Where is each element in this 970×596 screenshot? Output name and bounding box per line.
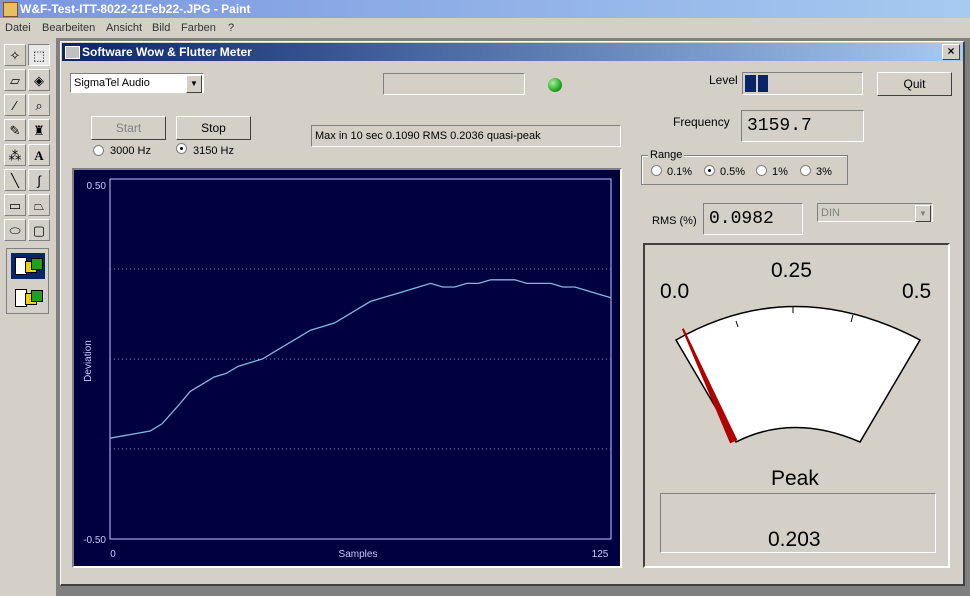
paint-app-icon <box>3 2 18 17</box>
range-3-label: 3% <box>816 166 832 178</box>
range-radio-3[interactable] <box>800 165 811 176</box>
transparent-mode-icon[interactable] <box>11 253 45 279</box>
radio-3000hz-label: 3000 Hz <box>110 145 151 157</box>
rms-value: 0.0982 <box>709 209 774 229</box>
fill-icon[interactable]: ◈ <box>28 69 50 91</box>
y-tick-min: -0.50 <box>83 535 106 546</box>
radio-3150hz-label: 3150 Hz <box>193 145 234 157</box>
range-radio-1[interactable] <box>756 165 767 176</box>
level-meter <box>742 72 863 95</box>
peak-display: 0.203 <box>660 493 936 553</box>
chevron-down-icon[interactable]: ▼ <box>915 205 931 222</box>
ellipse-icon[interactable]: ⬭ <box>4 219 26 241</box>
deviation-chart-svg: 0.50 -0.50 0 125 Samples Deviation <box>83 178 612 560</box>
tool-options-panel <box>6 248 49 314</box>
range-0-1-label: 0.1% <box>667 166 693 178</box>
level-label: Level <box>709 73 738 87</box>
y-tick-max: 0.50 <box>87 181 107 192</box>
brush-icon[interactable]: ♜ <box>28 119 50 141</box>
gauge-face <box>674 305 922 443</box>
rms-label: RMS (%) <box>652 215 697 227</box>
opaque-mode-icon[interactable] <box>11 285 45 311</box>
curve-icon[interactable]: ∫ <box>28 169 50 191</box>
x-axis-label: Samples <box>339 549 378 560</box>
x-tick-max: 125 <box>592 549 609 560</box>
picker-icon[interactable]: ⁄ <box>4 94 26 116</box>
text-icon[interactable]: A <box>28 144 50 166</box>
menu-help[interactable]: ? <box>228 22 234 34</box>
menu-ansicht[interactable]: Ansicht <box>106 22 142 34</box>
paint-title-bar: W&F-Test-ITT-8022-21Feb22-.JPG - Paint <box>0 0 970 18</box>
menu-bearbeiten[interactable]: Bearbeiten <box>42 22 95 34</box>
airbrush-icon[interactable]: ⁂ <box>4 144 26 166</box>
plot-frame <box>109 178 612 540</box>
range-0-5-label: 0.5% <box>720 166 746 178</box>
close-button[interactable]: × <box>942 44 960 60</box>
x-tick-min: 0 <box>110 549 116 560</box>
weighting-select[interactable]: DIN ▼ <box>817 203 933 222</box>
frequency-value: 3159.7 <box>747 116 812 136</box>
activity-box <box>383 73 525 95</box>
status-led-icon <box>548 78 562 92</box>
range-radio-0-5[interactable] <box>704 165 715 176</box>
peak-value: 0.203 <box>768 528 821 551</box>
status-box: Max in 10 sec 0.1090 RMS 0.2036 quasi-pe… <box>311 125 621 147</box>
device-select[interactable]: SigmaTel Audio ▼ <box>70 73 204 93</box>
range-radio-0-1[interactable] <box>651 165 662 176</box>
pencil-icon[interactable]: ✎ <box>4 119 26 141</box>
radio-3150hz[interactable] <box>176 143 187 154</box>
meter-window-title: Software Wow & Flutter Meter <box>82 45 252 59</box>
meter-title-bar: Software Wow & Flutter Meter × <box>62 43 963 61</box>
rectangle-icon[interactable]: ▭ <box>4 194 26 216</box>
chevron-down-icon[interactable]: ▼ <box>186 75 202 93</box>
status-text: Max in 10 sec 0.1090 RMS 0.2036 quasi-pe… <box>315 130 541 142</box>
rms-display: 0.0982 <box>703 203 803 235</box>
paint-window-title: W&F-Test-ITT-8022-21Feb22-.JPG - Paint <box>20 2 251 16</box>
stop-button[interactable]: Stop <box>176 116 251 140</box>
free-select-icon[interactable]: ✧ <box>4 44 26 66</box>
range-1-label: 1% <box>772 166 788 178</box>
magnifier-icon[interactable]: ⌕ <box>28 94 50 116</box>
line-icon[interactable]: ╲ <box>4 169 26 191</box>
start-button[interactable]: Start <box>91 116 166 140</box>
device-select-value: SigmaTel Audio <box>74 77 150 89</box>
peak-label: Peak <box>771 467 819 490</box>
menu-datei[interactable]: Datei <box>5 22 31 34</box>
paint-toolbox: ✧ ⬚ ▱ ◈ ⁄ ⌕ ✎ ♜ ⁂ A ╲ ∫ ▭ ⏢ ⬭ ▢ <box>0 38 57 596</box>
menu-bild[interactable]: Bild <box>152 22 170 34</box>
meter-app-icon <box>65 46 80 59</box>
menu-farben[interactable]: Farben <box>181 22 216 34</box>
level-meter-fill <box>745 75 768 92</box>
y-axis-label: Deviation <box>83 340 94 382</box>
paint-menubar: Datei Bearbeiten Ansicht Bild Farben ? <box>0 18 970 38</box>
frequency-label: Frequency <box>673 115 730 129</box>
eraser-icon[interactable]: ▱ <box>4 69 26 91</box>
rounded-rect-icon[interactable]: ▢ <box>28 219 50 241</box>
quit-button[interactable]: Quit <box>877 72 952 96</box>
polygon-icon[interactable]: ⏢ <box>28 194 50 216</box>
weighting-value: DIN <box>821 207 840 219</box>
radio-3000hz[interactable] <box>93 145 104 156</box>
frequency-display: 3159.7 <box>741 110 864 142</box>
rect-select-icon[interactable]: ⬚ <box>28 44 50 66</box>
range-label: Range <box>648 149 685 161</box>
deviation-series-line <box>109 279 612 439</box>
